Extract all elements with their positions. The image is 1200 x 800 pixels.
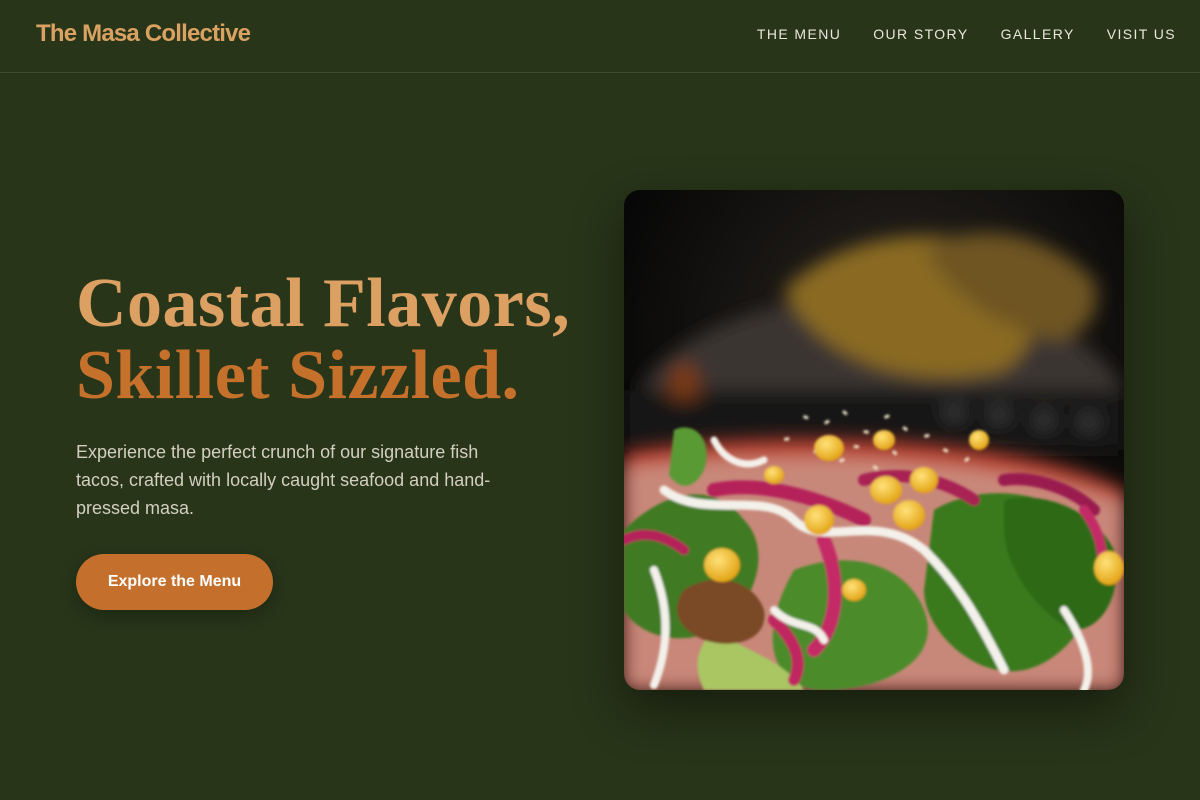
nav-link-gallery[interactable]: GALLERY [1001,26,1075,42]
hero-title: Coastal Flavors, Skillet Sizzled. [76,268,570,412]
hero-description: Experience the perfect crunch of our sig… [76,442,491,518]
explore-menu-button[interactable]: Explore the Menu [76,554,273,610]
main-nav: THE MENU OUR STORY GALLERY VISIT US [757,26,1176,42]
site-header: The Masa Collective THE MENU OUR STORY G… [0,0,1200,73]
nav-link-our-story[interactable]: OUR STORY [873,26,968,42]
brand-logo[interactable]: The Masa Collective [36,20,251,48]
hero-food-image [624,190,1124,690]
nav-link-the-menu[interactable]: THE MENU [757,26,841,42]
hero-title-line2: Skillet Sizzled. [76,337,520,414]
hero-title-line1: Coastal Flavors, [76,265,571,342]
nav-link-visit-us[interactable]: VISIT US [1107,26,1176,42]
